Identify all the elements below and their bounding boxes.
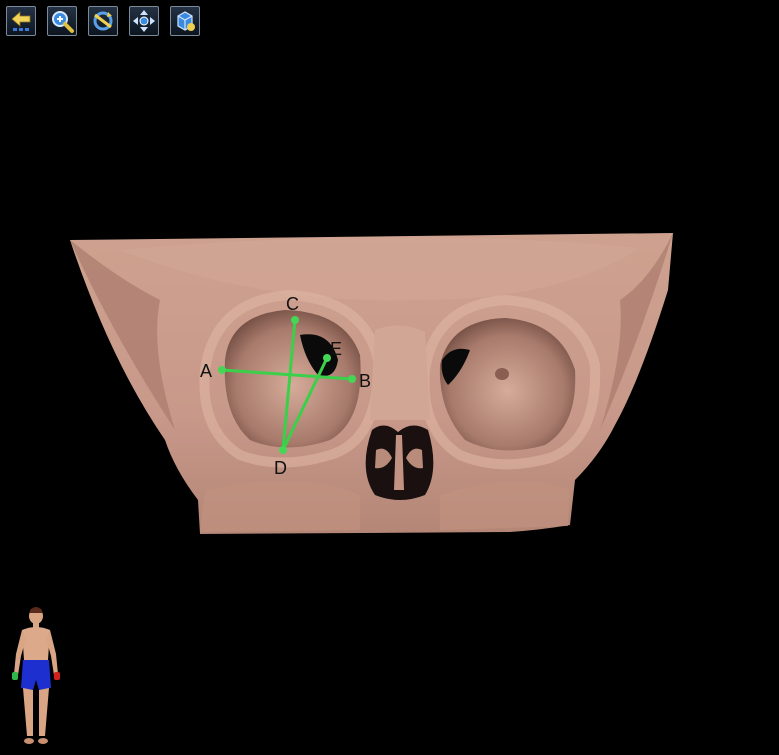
landmark-b-point (348, 375, 356, 383)
rotate-icon (93, 11, 113, 31)
nasal-bridge (370, 325, 430, 420)
orbital-foramen (495, 368, 509, 380)
landmark-a-label: A (200, 361, 212, 381)
landmark-e-label: E (330, 339, 342, 359)
landmark-a-point (218, 366, 226, 374)
3d-viewport[interactable]: A B C D E (0, 0, 779, 755)
rotate-button[interactable] (88, 6, 118, 36)
maxilla (200, 481, 360, 532)
landmark-d-label: D (274, 458, 287, 478)
skull-model[interactable] (70, 233, 673, 534)
reset-view-icon (177, 11, 195, 31)
pan-button[interactable] (129, 6, 159, 36)
back-button[interactable] (6, 6, 36, 36)
zoom-icon (52, 11, 74, 33)
right-orbit (439, 318, 576, 451)
pan-icon (133, 10, 155, 32)
reset-view-button[interactable] (170, 6, 200, 36)
landmark-b-label: B (359, 371, 371, 391)
human-figure-icon[interactable] (8, 604, 64, 750)
zoom-button[interactable] (47, 6, 77, 36)
back-arrow-icon (11, 11, 31, 31)
landmark-d-point (279, 446, 287, 454)
landmark-c-label: C (286, 294, 299, 314)
view-toolbar (6, 6, 200, 36)
landmark-c-point (291, 316, 299, 324)
